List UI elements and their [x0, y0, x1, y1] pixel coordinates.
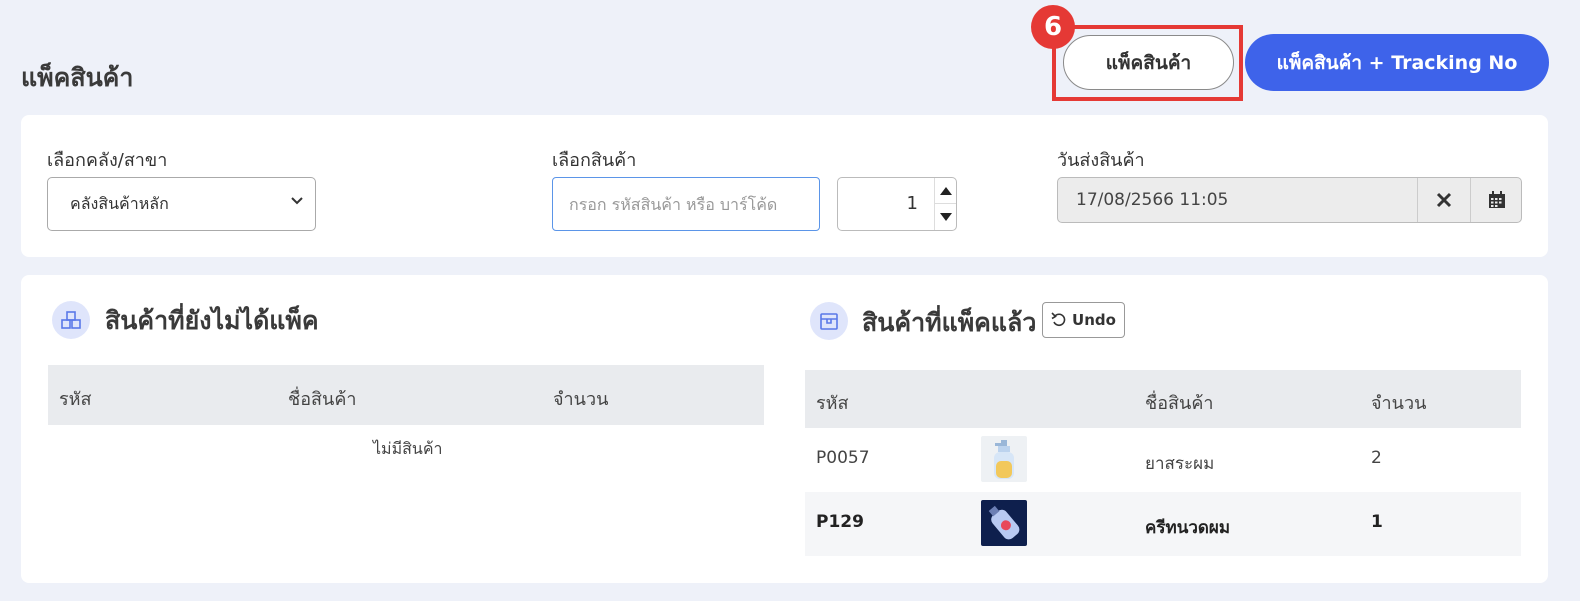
ship-date-field[interactable]: 17/08/2566 11:05 — [1057, 177, 1522, 223]
column-header-name: ชื่อสินค้า — [1145, 393, 1214, 414]
ship-date-label: วันส่งสินค้า — [1057, 150, 1145, 171]
product-label: เลือกสินค้า — [552, 150, 637, 171]
page-title: แพ็คสินค้า — [21, 63, 134, 92]
tables-card: สินค้าที่ยังไม่ได้แพ็ค รหัส ชื่อสินค้า จ… — [21, 275, 1548, 583]
clear-date-button[interactable] — [1417, 178, 1470, 222]
undo-icon — [1051, 312, 1066, 327]
warehouse-select[interactable]: คลังสินค้าหลัก — [47, 177, 316, 231]
empty-state-text: ไม่มีสินค้า — [373, 439, 443, 458]
filter-card: เลือกคลัง/สาขา คลังสินค้าหลัก เลือกสินค้… — [21, 115, 1548, 257]
product-thumbnail — [981, 500, 1027, 546]
open-calendar-button[interactable] — [1470, 178, 1521, 222]
caret-down-icon — [939, 213, 952, 221]
row-product-name: ยาสระผม — [1145, 454, 1215, 474]
caret-up-icon — [939, 186, 952, 195]
row-code: P129 — [816, 512, 864, 532]
box-icon — [810, 302, 848, 340]
close-icon — [1436, 192, 1452, 208]
warehouse-label: เลือกคลัง/สาขา — [47, 150, 168, 171]
packed-table-header: รหัส ชื่อสินค้า จำนวน — [805, 370, 1521, 428]
quantity-value: 1 — [906, 193, 918, 214]
ship-date-value: 17/08/2566 11:05 — [1076, 190, 1229, 210]
column-header-code: รหัส — [59, 389, 92, 410]
warehouse-select-value: คลังสินค้าหลัก — [70, 193, 169, 213]
product-search-input[interactable] — [552, 177, 820, 231]
quantity-stepper[interactable]: 1 — [837, 177, 957, 231]
column-header-code: รหัส — [816, 393, 849, 414]
column-header-qty: จำนวน — [553, 389, 609, 410]
table-row[interactable]: P0057 ยาสระผม 2 — [805, 428, 1521, 492]
calendar-icon — [1488, 191, 1505, 208]
undo-label: Undo — [1072, 311, 1116, 329]
undo-button[interactable]: Undo — [1042, 302, 1125, 338]
unpacked-table-header: รหัส ชื่อสินค้า จำนวน — [48, 365, 764, 425]
row-code: P0057 — [816, 448, 870, 468]
row-qty: 1 — [1371, 512, 1383, 532]
column-header-name: ชื่อสินค้า — [288, 389, 357, 410]
row-qty: 2 — [1371, 448, 1382, 468]
conditioner-tube-icon — [988, 505, 1020, 540]
quantity-increment-button[interactable] — [935, 178, 956, 204]
pack-button[interactable]: แพ็คสินค้า — [1063, 35, 1234, 90]
chevron-down-icon — [291, 197, 303, 205]
shampoo-bottle-icon — [994, 440, 1014, 479]
table-row[interactable]: P129 ครีทนวดผม 1 — [805, 492, 1521, 556]
pack-tracking-button[interactable]: แพ็คสินค้า + Tracking No — [1245, 34, 1549, 91]
unpacked-section-title: สินค้าที่ยังไม่ได้แพ็ค — [105, 306, 319, 335]
quantity-decrement-button[interactable] — [935, 204, 956, 230]
product-thumbnail — [981, 436, 1027, 482]
packed-section-title: สินค้าที่แพ็คแล้ว — [862, 308, 1037, 337]
column-header-qty: จำนวน — [1371, 393, 1427, 414]
step-badge: 6 — [1031, 5, 1075, 49]
row-product-name: ครีทนวดผม — [1145, 518, 1231, 538]
boxes-icon — [52, 301, 90, 339]
